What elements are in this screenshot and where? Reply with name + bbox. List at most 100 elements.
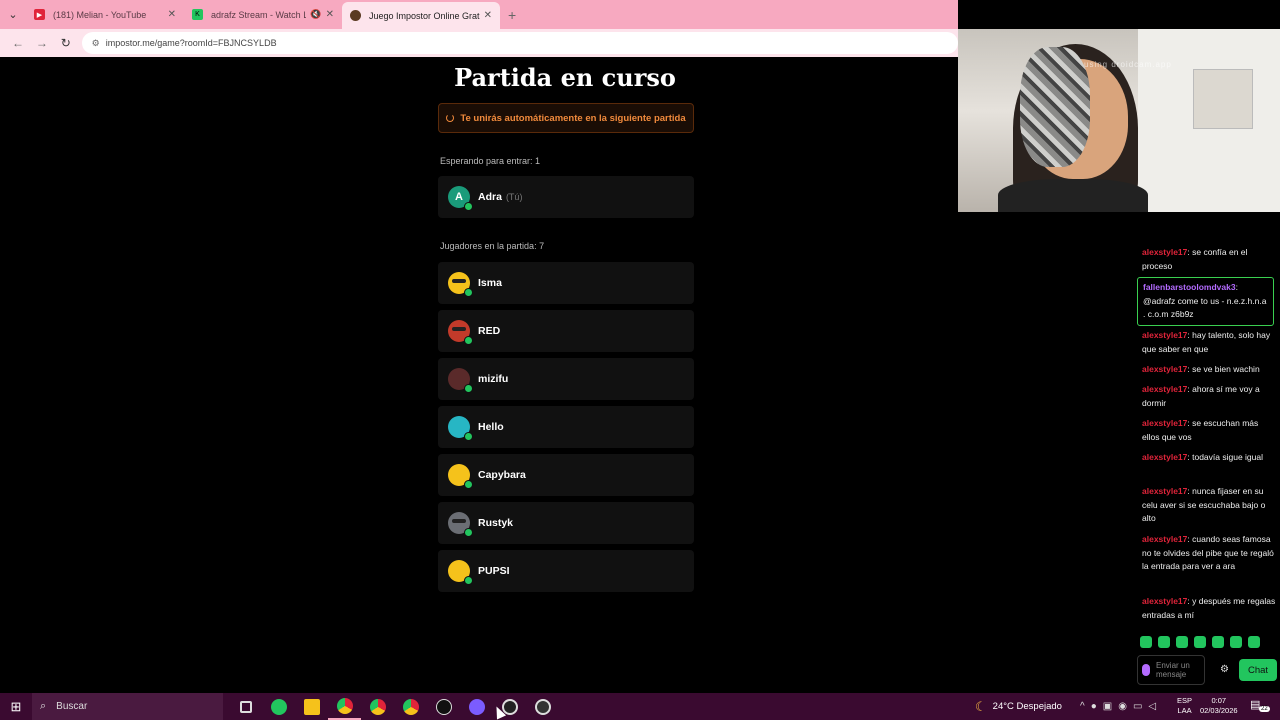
back-icon[interactable]: ← (6, 31, 30, 55)
tray-app-icon[interactable]: ▣ (1103, 701, 1112, 712)
browser-tabbar: ⌄ ▶ (181) Melian - YouTube ✕ K adrafz St… (0, 0, 958, 29)
player-name: Adra (478, 191, 502, 203)
emote-icon[interactable] (1212, 636, 1224, 648)
chat-username: alexstyle17 (1142, 452, 1188, 462)
weather-widget[interactable]: ☾ 24°C Despejado (975, 693, 1062, 720)
emote-icon[interactable] (1194, 636, 1206, 648)
online-dot (464, 202, 473, 211)
close-icon[interactable]: ✕ (168, 9, 176, 20)
avatar (448, 560, 473, 585)
tab-title: adrafz Stream - Watch Live (211, 9, 307, 20)
mute-icon[interactable]: 🔇 (310, 9, 321, 20)
chat-message: alexstyle17: todavía sigue igual (1142, 452, 1263, 462)
close-icon[interactable]: ✕ (326, 9, 334, 20)
chat-text: @adrafz come to us - n.e.z.h.n.a . c.o.m… (1143, 295, 1267, 320)
whatsapp-icon[interactable] (262, 693, 295, 720)
volume-icon[interactable]: ◁ (1148, 701, 1156, 712)
clock-time: 0:07 (1211, 696, 1227, 705)
taskbar-search[interactable]: ⌕ Buscar (32, 693, 223, 720)
browser-toolbar: ← → ↻ ⚙ impostor.me/game?roomId=FBJNCSYL… (0, 29, 958, 57)
gear-icon[interactable]: ⚙ (1220, 664, 1229, 675)
emote-bar (1140, 636, 1260, 648)
chrome-icon[interactable] (361, 693, 394, 720)
emote-icon[interactable] (1140, 636, 1152, 648)
online-dot (464, 480, 473, 489)
clock[interactable]: 0:07 02/03/2026 (1200, 696, 1238, 716)
clock-date: 02/03/2026 (1200, 706, 1238, 715)
chat-input[interactable]: Enviar un mensaje (1137, 655, 1205, 685)
close-icon[interactable]: ✕ (484, 10, 492, 21)
reload-icon[interactable]: ↻ (54, 31, 78, 55)
moon-icon: ☾ (975, 698, 987, 714)
avatar-initial: A (455, 191, 463, 203)
avatar (448, 416, 473, 441)
windows-taskbar: ⊞ ⌕ Buscar ☾ 24°C Despejado ^ ● ▣ ◉ ▭ ◁ … (0, 693, 1280, 720)
taskbar-apps (229, 693, 559, 720)
player-name: Capybara (478, 469, 526, 481)
avatar (448, 464, 473, 489)
player-name: PUPSI (478, 565, 510, 577)
waiting-label: Esperando para entrar: 1 (440, 156, 541, 166)
tab-title: (181) Melian - YouTube (53, 9, 147, 20)
system-tray: ^ ● ▣ ◉ ▭ ◁ (1080, 693, 1156, 720)
spinner-icon (446, 114, 455, 122)
new-tab-icon[interactable]: + (508, 7, 516, 23)
player-name: RED (478, 325, 501, 337)
tab-impostor[interactable]: Juego Impostor Online Gratis ✕ (342, 2, 500, 29)
youtube-icon: ▶ (34, 9, 45, 20)
online-dot (464, 528, 473, 537)
tray-app-icon[interactable]: ◉ (1118, 701, 1127, 712)
chrome-icon[interactable] (328, 693, 361, 720)
online-dot (464, 288, 473, 297)
player-row: PUPSI (438, 550, 694, 592)
kick-icon: K (192, 9, 203, 20)
player-name: mizifu (478, 373, 509, 385)
player-name: Isma (478, 277, 502, 289)
url-text: impostor.me/game?roomId=FBJNCSYLDB (105, 38, 277, 48)
address-bar[interactable]: ⚙ impostor.me/game?roomId=FBJNCSYLDB (81, 32, 958, 54)
network-icon[interactable]: ▭ (1133, 701, 1142, 712)
chat-message: alexstyle17: se confía en el proceso (1142, 247, 1248, 271)
emote-icon[interactable] (1248, 636, 1260, 648)
windows-start-icon[interactable]: ⊞ (0, 693, 32, 720)
task-view-icon[interactable] (229, 693, 262, 720)
tab-kick[interactable]: K adrafz Stream - Watch Live 🔇 ✕ (184, 0, 342, 29)
chat-username: alexstyle17 (1142, 534, 1188, 544)
language-indicator[interactable]: ESP LAA (1177, 696, 1192, 716)
mic-icon[interactable] (1142, 664, 1150, 676)
avatar: A (448, 186, 473, 211)
app-icon[interactable] (526, 693, 559, 720)
chat-username: fallenbarstoolomdvak3 (1143, 282, 1236, 292)
tab-title: Juego Impostor Online Gratis (369, 10, 480, 21)
player-row: Capybara (438, 454, 694, 496)
chat-username: alexstyle17 (1142, 364, 1188, 374)
chevron-up-icon[interactable]: ^ (1080, 701, 1085, 712)
tab-youtube[interactable]: ▶ (181) Melian - YouTube ✕ (26, 0, 184, 29)
search-icon: ⌕ (40, 700, 47, 712)
emote-icon[interactable] (1176, 636, 1188, 648)
chrome-icon[interactable] (394, 693, 427, 720)
emote-icon[interactable] (1158, 636, 1170, 648)
discord-icon[interactable] (460, 693, 493, 720)
forward-icon[interactable]: → (30, 31, 54, 55)
site-info-icon[interactable]: ⚙ (92, 38, 100, 49)
chat-message: alexstyle17: hay talento, solo hay que s… (1142, 330, 1271, 354)
online-dot (464, 432, 473, 441)
player-row: Rustyk (438, 502, 694, 544)
chat-send-button[interactable]: Chat (1239, 659, 1277, 681)
notice-text: Te unirás automáticamente en la siguient… (460, 112, 686, 124)
file-explorer-icon[interactable] (295, 693, 328, 720)
chat-message-highlighted: fallenbarstoolomdvak3: @adrafz come to u… (1137, 277, 1274, 326)
chat-username: alexstyle17 (1142, 418, 1188, 428)
tiktok-icon[interactable] (427, 693, 460, 720)
chat-text: todavía sigue igual (1192, 452, 1263, 462)
chat-message: alexstyle17: nunca fijaser en su celu av… (1142, 486, 1266, 523)
search-placeholder: Buscar (56, 701, 88, 712)
chat-username: alexstyle17 (1142, 596, 1188, 606)
tab-search-icon[interactable]: ⌄ (0, 0, 26, 29)
impostor-icon (350, 10, 361, 21)
notification-count: 22 (1259, 706, 1270, 712)
emote-icon[interactable] (1230, 636, 1242, 648)
chat-message: alexstyle17: se escuchan más ellos que v… (1142, 418, 1259, 442)
mic-tray-icon[interactable]: ● (1091, 701, 1097, 712)
